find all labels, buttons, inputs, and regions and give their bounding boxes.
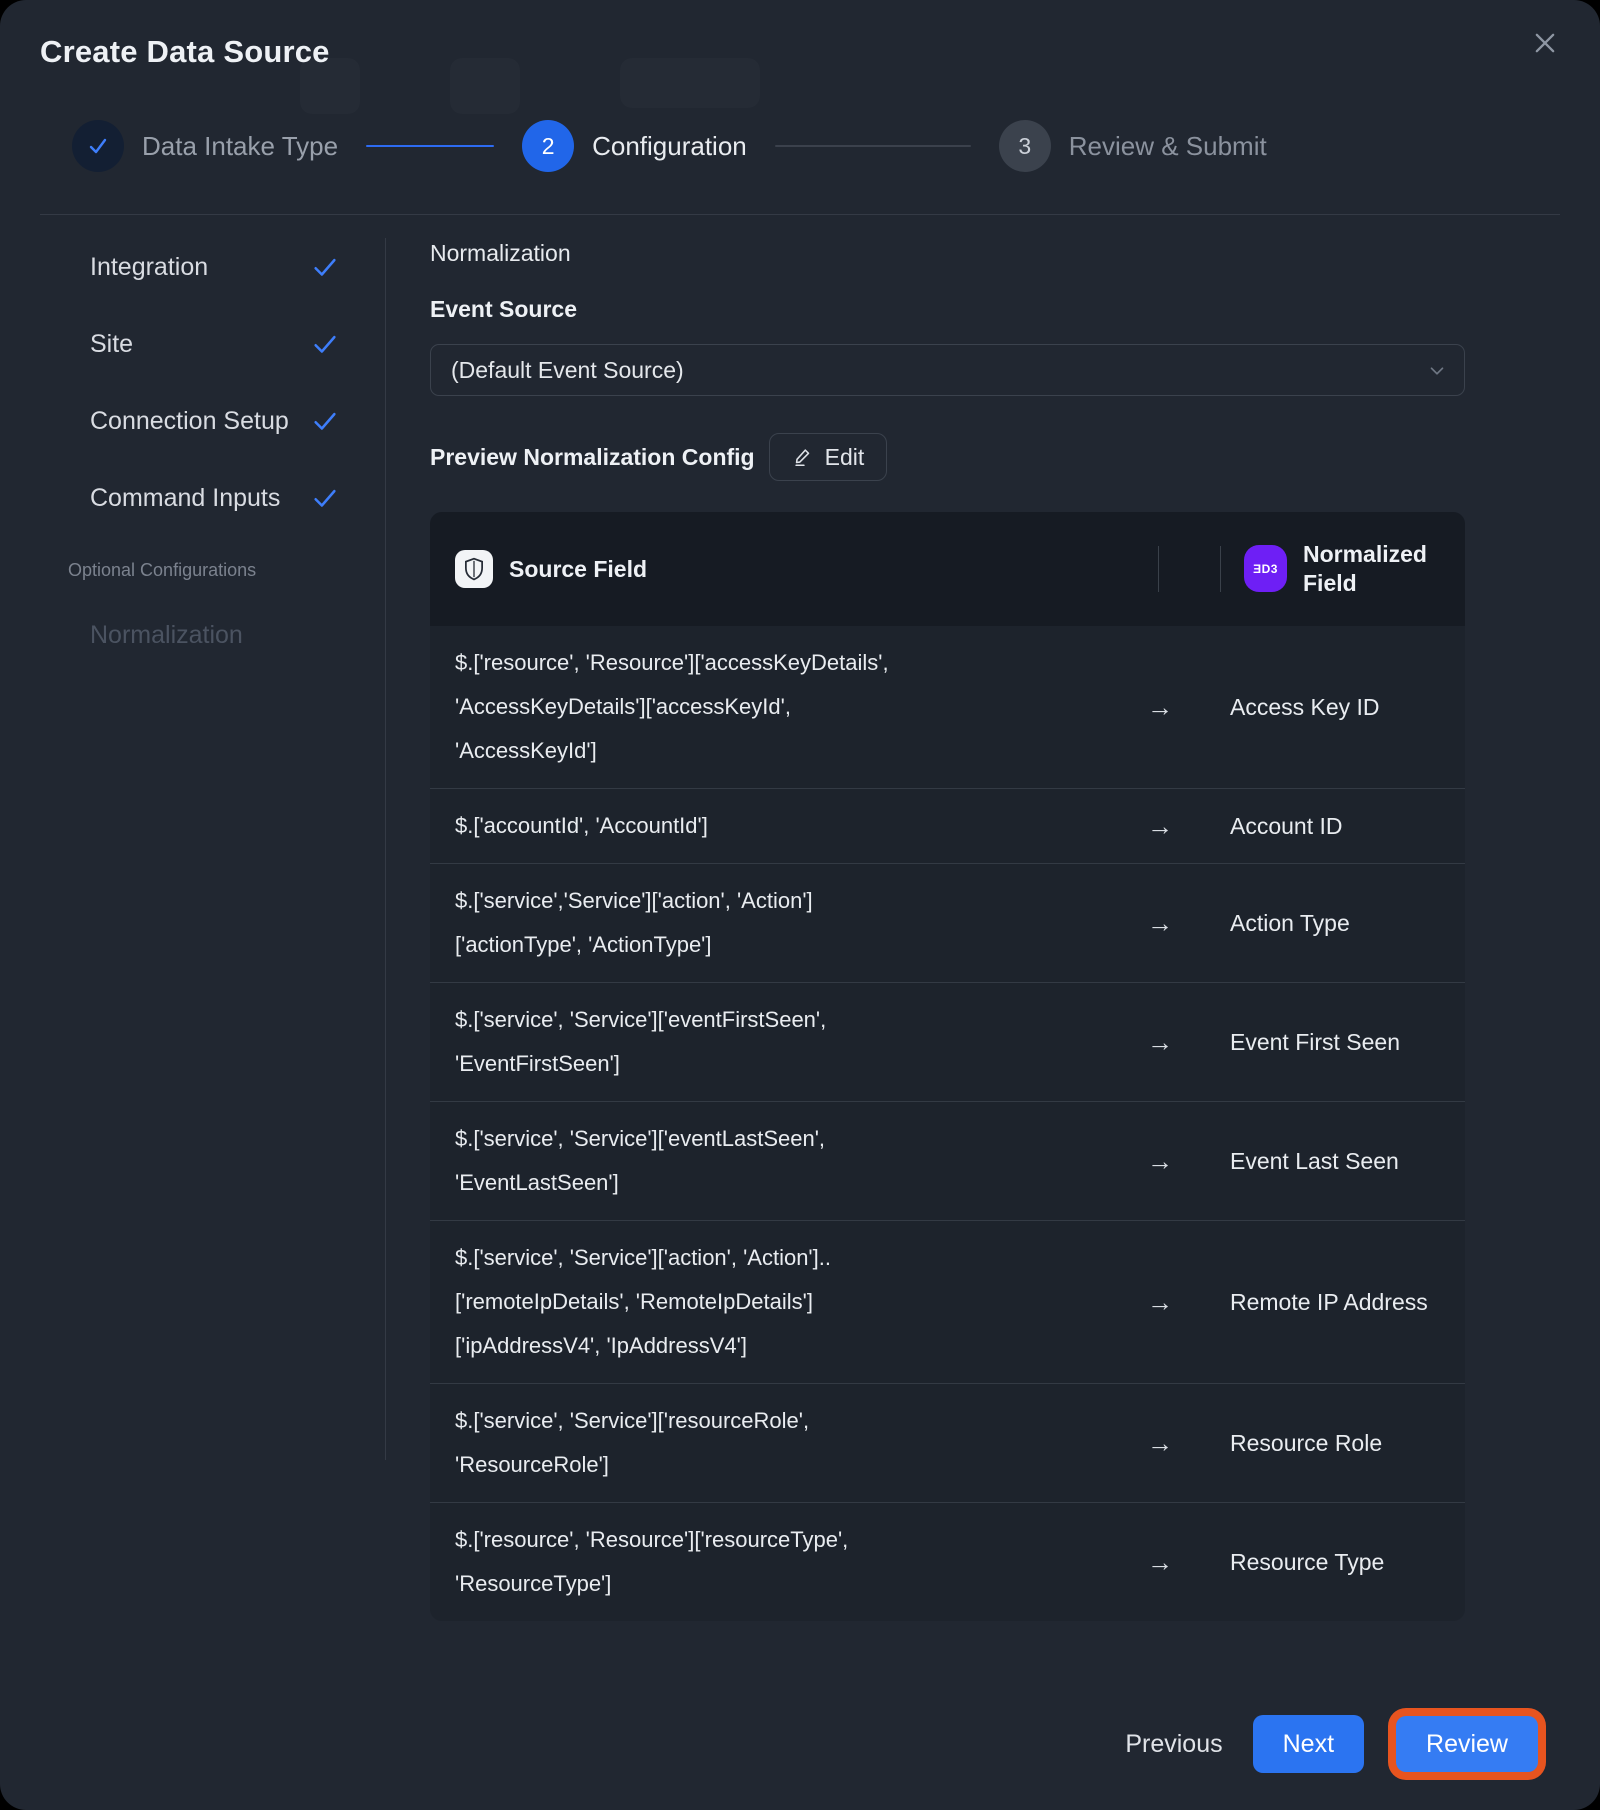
check-icon: [310, 406, 340, 436]
table-row: $.['service', 'Service']['eventFirstSeen…: [430, 982, 1465, 1101]
normalized-field-value: Remote IP Address: [1230, 1286, 1465, 1319]
chevron-down-icon: [1426, 360, 1448, 387]
normalized-field-value: Resource Type: [1230, 1546, 1465, 1579]
step-number: 2: [522, 120, 574, 172]
sidebar-item-normalization[interactable]: Normalization: [90, 621, 340, 650]
sidebar-steps: Integration Site Connection Setup Comman…: [90, 252, 340, 513]
source-field-value: $.['resource', 'Resource']['resourceType…: [430, 1518, 1090, 1606]
config-sidebar: Integration Site Connection Setup Comman…: [90, 252, 340, 650]
arrow-right-icon: →: [1090, 811, 1230, 842]
review-button-highlighted[interactable]: Review: [1396, 1716, 1538, 1772]
sidebar-step-item[interactable]: Command Inputs: [90, 483, 340, 513]
normalization-mapping-table: Source Field ƎD3 Normalized Field $.['re…: [430, 512, 1465, 1621]
edit-pencil-icon: [792, 446, 814, 468]
normalized-field-value: Account ID: [1230, 810, 1465, 843]
column-divider: [1158, 546, 1159, 592]
edit-button-label: Edit: [825, 444, 865, 471]
source-field-value: $.['service', 'Service']['eventFirstSeen…: [430, 998, 1090, 1086]
page-title: Create Data Source: [40, 34, 330, 70]
step-label: Review & Submit: [1069, 131, 1267, 162]
background-ghost: [620, 58, 760, 108]
normalized-field-value: Event Last Seen: [1230, 1145, 1465, 1178]
wizard-footer: Previous Next Review: [1119, 1715, 1546, 1773]
table-row: $.['service', 'Service']['eventLastSeen'…: [430, 1101, 1465, 1220]
mapping-rows: $.['resource', 'Resource']['accessKeyDet…: [430, 626, 1465, 1621]
sidebar-step-label: Site: [90, 330, 133, 359]
wizard-stepper: Data Intake Type 2 Configuration 3 Revie…: [72, 120, 1540, 172]
step-number: 3: [999, 120, 1051, 172]
arrow-right-icon: →: [1090, 1287, 1230, 1318]
sidebar-divider: [385, 238, 386, 1460]
configuration-panel: Normalization Event Source (Default Even…: [430, 240, 1465, 1621]
event-source-select[interactable]: (Default Event Source): [430, 344, 1465, 396]
edit-button[interactable]: Edit: [769, 433, 888, 481]
step-configuration[interactable]: 2 Configuration: [522, 120, 747, 172]
normalized-field-value: Action Type: [1230, 907, 1465, 940]
preview-normalization-config-label: Preview Normalization Config: [430, 444, 755, 471]
check-icon: [310, 483, 340, 513]
sidebar-step-label: Command Inputs: [90, 484, 280, 513]
arrow-right-icon: →: [1090, 692, 1230, 723]
d3-brand-icon: ƎD3: [1244, 545, 1287, 592]
source-field-value: $.['service', 'Service']['resourceRole',…: [430, 1399, 1090, 1487]
step-label: Data Intake Type: [142, 131, 338, 162]
check-icon: [310, 329, 340, 359]
table-row: $.['service', 'Service']['resourceRole',…: [430, 1383, 1465, 1502]
sidebar-step-item[interactable]: Integration: [90, 252, 340, 282]
source-field-value: $.['accountId', 'AccountId']: [430, 804, 1090, 848]
next-button[interactable]: Next: [1253, 1715, 1364, 1773]
table-row: $.['resource', 'Resource']['accessKeyDet…: [430, 626, 1465, 788]
event-source-label: Event Source: [430, 296, 1465, 323]
normalized-field-value: Access Key ID: [1230, 691, 1465, 724]
arrow-right-icon: →: [1090, 1547, 1230, 1578]
create-data-source-modal: Create Data Source Data Intake Type 2 Co…: [0, 0, 1600, 1810]
step-completed-check-icon: [72, 120, 124, 172]
sidebar-step-label: Integration: [90, 253, 208, 282]
section-title: Normalization: [430, 240, 1465, 267]
table-row: $.['accountId', 'AccountId'] → Account I…: [430, 788, 1465, 863]
sidebar-step-item[interactable]: Site: [90, 329, 340, 359]
check-icon: [310, 252, 340, 282]
table-row: $.['service','Service']['action', 'Actio…: [430, 863, 1465, 982]
event-source-selected-value: (Default Event Source): [451, 357, 684, 384]
mapping-table-header: Source Field ƎD3 Normalized Field: [430, 512, 1465, 626]
sidebar-section-label: Optional Configurations: [68, 560, 340, 581]
stepper-connector: [775, 145, 971, 147]
normalized-field-value: Event First Seen: [1230, 1026, 1465, 1059]
source-field-value: $.['service', 'Service']['action', 'Acti…: [430, 1236, 1090, 1368]
arrow-right-icon: →: [1090, 1146, 1230, 1177]
header-divider: [40, 214, 1560, 215]
table-row: $.['resource', 'Resource']['resourceType…: [430, 1502, 1465, 1621]
close-icon[interactable]: [1528, 26, 1562, 60]
arrow-right-icon: →: [1090, 1428, 1230, 1459]
sidebar-step-item[interactable]: Connection Setup: [90, 406, 340, 436]
arrow-right-icon: →: [1090, 1027, 1230, 1058]
source-field-header: Source Field: [509, 556, 647, 583]
source-field-value: $.['resource', 'Resource']['accessKeyDet…: [430, 641, 1090, 773]
column-divider: [1220, 546, 1221, 592]
step-data-intake-type[interactable]: Data Intake Type: [72, 120, 338, 172]
sidebar-step-label: Connection Setup: [90, 407, 289, 436]
step-label: Configuration: [592, 131, 747, 162]
previous-button[interactable]: Previous: [1119, 1720, 1228, 1769]
normalized-field-header: Normalized Field: [1303, 540, 1453, 598]
source-field-value: $.['service','Service']['action', 'Actio…: [430, 879, 1090, 967]
arrow-right-icon: →: [1090, 908, 1230, 939]
normalized-field-value: Resource Role: [1230, 1427, 1465, 1460]
shield-icon: [455, 550, 493, 588]
table-row: $.['service', 'Service']['action', 'Acti…: [430, 1220, 1465, 1383]
background-ghost: [450, 58, 520, 114]
stepper-connector: [366, 145, 494, 147]
source-field-value: $.['service', 'Service']['eventLastSeen'…: [430, 1117, 1090, 1205]
step-review-submit[interactable]: 3 Review & Submit: [999, 120, 1267, 172]
